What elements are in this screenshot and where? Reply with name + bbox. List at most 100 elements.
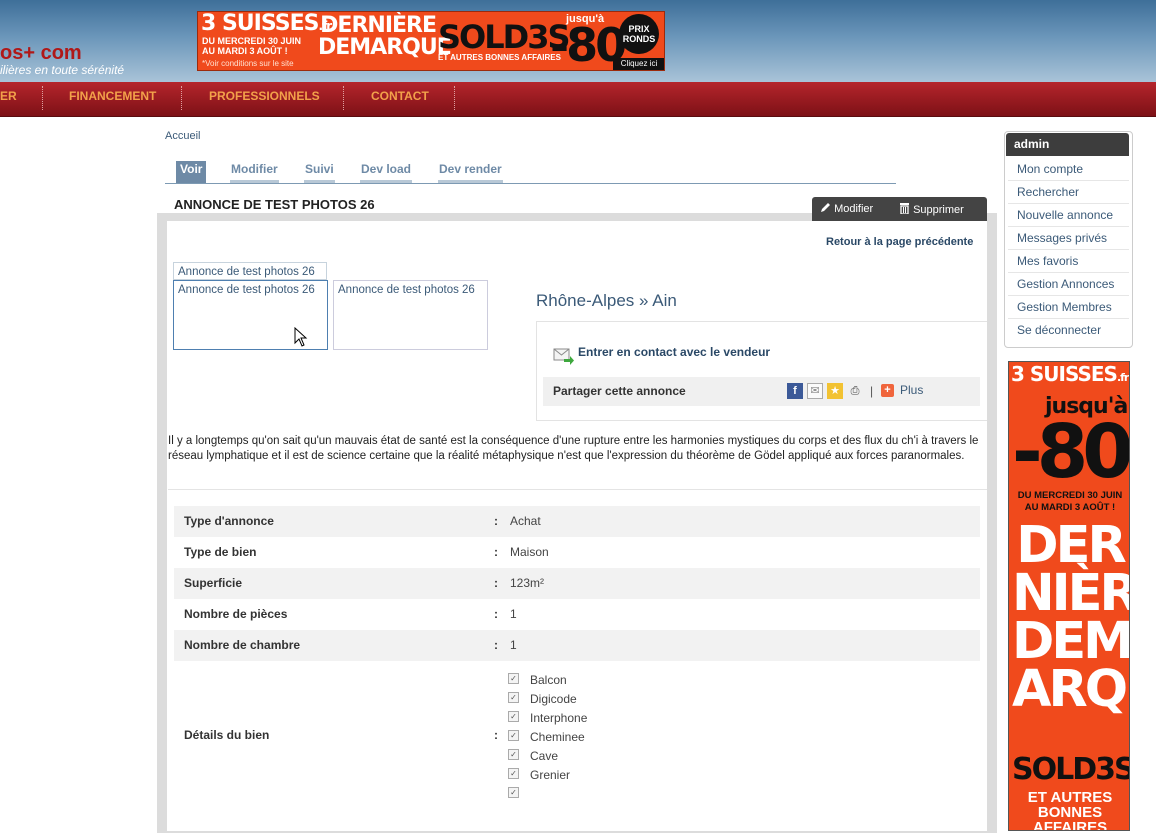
- nav-item-er[interactable]: ER: [0, 82, 17, 116]
- ad-click-button[interactable]: Cliquez ici: [613, 58, 664, 70]
- tab-dev-load[interactable]: Dev load: [360, 161, 413, 183]
- pencil-icon: [821, 203, 830, 212]
- property-colon: :: [494, 545, 498, 559]
- sidebar-item-messages-prives[interactable]: Messages privés: [1017, 231, 1107, 245]
- feature-checkbox: ✓: [508, 787, 519, 798]
- property-value: 123m²: [510, 576, 545, 590]
- feature-checkbox: ✓: [508, 692, 519, 703]
- supprimer-action-label: Supprimer: [913, 204, 964, 216]
- property-label: Type de bien: [184, 545, 257, 559]
- back-link[interactable]: Retour à la page précédente: [826, 236, 973, 248]
- gallery-tab[interactable]: Annonce de test photos 26: [173, 262, 327, 280]
- property-label: Type d'annonce: [184, 514, 274, 528]
- feature-checkbox: ✓: [508, 749, 519, 760]
- sidebar-item-mon-compte[interactable]: Mon compte: [1017, 162, 1083, 176]
- sidebar-item-gestion-annonces[interactable]: Gestion Annonces: [1017, 277, 1114, 291]
- property-colon: :: [494, 728, 498, 742]
- property-value: 1: [510, 607, 517, 621]
- tab-modifier[interactable]: Modifier: [230, 161, 279, 183]
- print-icon[interactable]: ⎙: [847, 383, 863, 399]
- ad-brand: 3 SUISSES.fr: [201, 11, 332, 36]
- feature-checkbox: ✓: [508, 711, 519, 722]
- top-ad-banner[interactable]: 3 SUISSES.fr DU MERCREDI 30 JUIN AU MARD…: [197, 11, 665, 71]
- envelope-arrow-icon: [553, 348, 574, 365]
- feature-checkbox: ✓: [508, 673, 519, 684]
- feature-item: Balcon: [530, 673, 567, 687]
- plus-icon[interactable]: +: [881, 384, 894, 397]
- divider: [1008, 249, 1129, 250]
- listing-description: Il y a longtemps qu'on sait qu'un mauvai…: [168, 435, 979, 462]
- ad-brand: 3 SUISSES.fr: [1011, 362, 1129, 386]
- nav-item-professionnels[interactable]: PROFESSIONNELS: [209, 82, 320, 116]
- admin-menu-title: admin: [1006, 133, 1129, 156]
- site-logo[interactable]: os+ com: [0, 42, 82, 65]
- ad-conditions: *Voir conditions sur le site: [202, 59, 294, 68]
- site-header: os+ com ilières en toute sérénité 3 SUIS…: [0, 0, 1156, 82]
- ad-dates: DU MERCREDI 30 JUIN AU MARDI 3 AOÛT !: [202, 36, 302, 56]
- sidebar-item-gestion-membres[interactable]: Gestion Membres: [1017, 300, 1112, 314]
- share-plus-link[interactable]: Plus: [900, 383, 923, 397]
- tab-dev-render[interactable]: Dev render: [438, 161, 503, 183]
- contact-box: [536, 321, 987, 421]
- breadcrumb-home[interactable]: Accueil: [165, 130, 200, 142]
- divider: [1008, 226, 1129, 227]
- region-location: Rhône-Alpes » Ain: [536, 291, 677, 310]
- property-row: Nombre de chambre : 1: [174, 630, 980, 661]
- divider: [1008, 203, 1129, 204]
- divider: [1008, 295, 1129, 296]
- divider: [1008, 180, 1129, 181]
- nav-separator: [454, 86, 455, 110]
- contact-seller-link[interactable]: Entrer en contact avec le vendeur: [578, 345, 770, 359]
- ad-other: ET AUTRES BONNES AFFAIRES: [1027, 789, 1113, 831]
- ad-headline: DER NIÈRE DEM ARQUE: [1012, 516, 1130, 719]
- property-row: Superficie : 123m²: [174, 568, 980, 599]
- feature-item: Digicode: [530, 692, 577, 706]
- ad-sold: SOLD3S: [438, 18, 571, 56]
- sidebar-item-mes-favoris[interactable]: Mes favoris: [1017, 254, 1078, 268]
- property-colon: :: [494, 638, 498, 652]
- sidebar-item-nouvelle-annonce[interactable]: Nouvelle annonce: [1017, 208, 1113, 222]
- property-label: Nombre de chambre: [184, 638, 301, 652]
- ad-percent: -80%: [1012, 409, 1129, 495]
- property-row: Nombre de pièces : 1: [174, 599, 980, 630]
- tab-bar: Voir Modifier Suivi Dev load Dev render: [165, 159, 896, 184]
- photo-thumbnail[interactable]: Annonce de test photos 26: [333, 280, 488, 350]
- modifier-action[interactable]: Modifier: [820, 202, 873, 215]
- nav-item-contact[interactable]: CONTACT: [371, 82, 429, 116]
- side-ad-banner[interactable]: 3 SUISSES.fr jusqu'à -80% DU MERCREDI 30…: [1008, 361, 1130, 831]
- mouse-cursor-icon: [294, 327, 308, 347]
- supprimer-action[interactable]: Supprimer: [899, 202, 964, 216]
- divider: [168, 489, 987, 490]
- nav-separator: [181, 86, 182, 110]
- action-bar: Modifier Supprimer: [812, 197, 987, 221]
- share-label: Partager cette annonce: [553, 384, 686, 398]
- email-share-icon[interactable]: ✉: [807, 383, 823, 399]
- feature-checkbox: ✓: [508, 730, 519, 741]
- tab-suivi[interactable]: Suivi: [304, 161, 335, 183]
- feature-item: Grenier: [530, 768, 571, 782]
- modifier-action-label: Modifier: [834, 203, 874, 215]
- sidebar-item-se-deconnecter[interactable]: Se déconnecter: [1017, 323, 1101, 337]
- main-nav: ER FINANCEMENT PROFESSIONNELS CONTACT: [0, 82, 1156, 117]
- property-label: Superficie: [184, 576, 243, 590]
- feature-item: Cave: [530, 749, 559, 763]
- sidebar-item-rechercher[interactable]: Rechercher: [1017, 185, 1079, 199]
- facebook-icon[interactable]: f: [787, 383, 803, 399]
- favorite-star-icon[interactable]: ★: [827, 383, 843, 399]
- property-label: Nombre de pièces: [184, 607, 288, 621]
- tab-voir[interactable]: Voir: [176, 161, 207, 183]
- property-colon: :: [494, 576, 498, 590]
- property-value: Achat: [510, 514, 541, 528]
- feature-item: Cheminee: [530, 730, 585, 744]
- ad-headline: DERNIÈRE DEMARQUE: [318, 13, 452, 60]
- page-title: ANNONCE DE TEST PHOTOS 26: [174, 197, 375, 212]
- property-value: Maison: [510, 545, 549, 559]
- share-separator: |: [870, 384, 874, 398]
- property-row: Type d'annonce : Achat: [174, 506, 980, 537]
- property-row: Type de bien : Maison: [174, 537, 980, 568]
- nav-item-financement[interactable]: FINANCEMENT: [69, 82, 156, 116]
- ad-prix-ronds-badge: PRIX RONDS: [619, 14, 659, 54]
- divider: [1008, 272, 1129, 273]
- property-colon: :: [494, 607, 498, 621]
- property-colon: :: [494, 514, 498, 528]
